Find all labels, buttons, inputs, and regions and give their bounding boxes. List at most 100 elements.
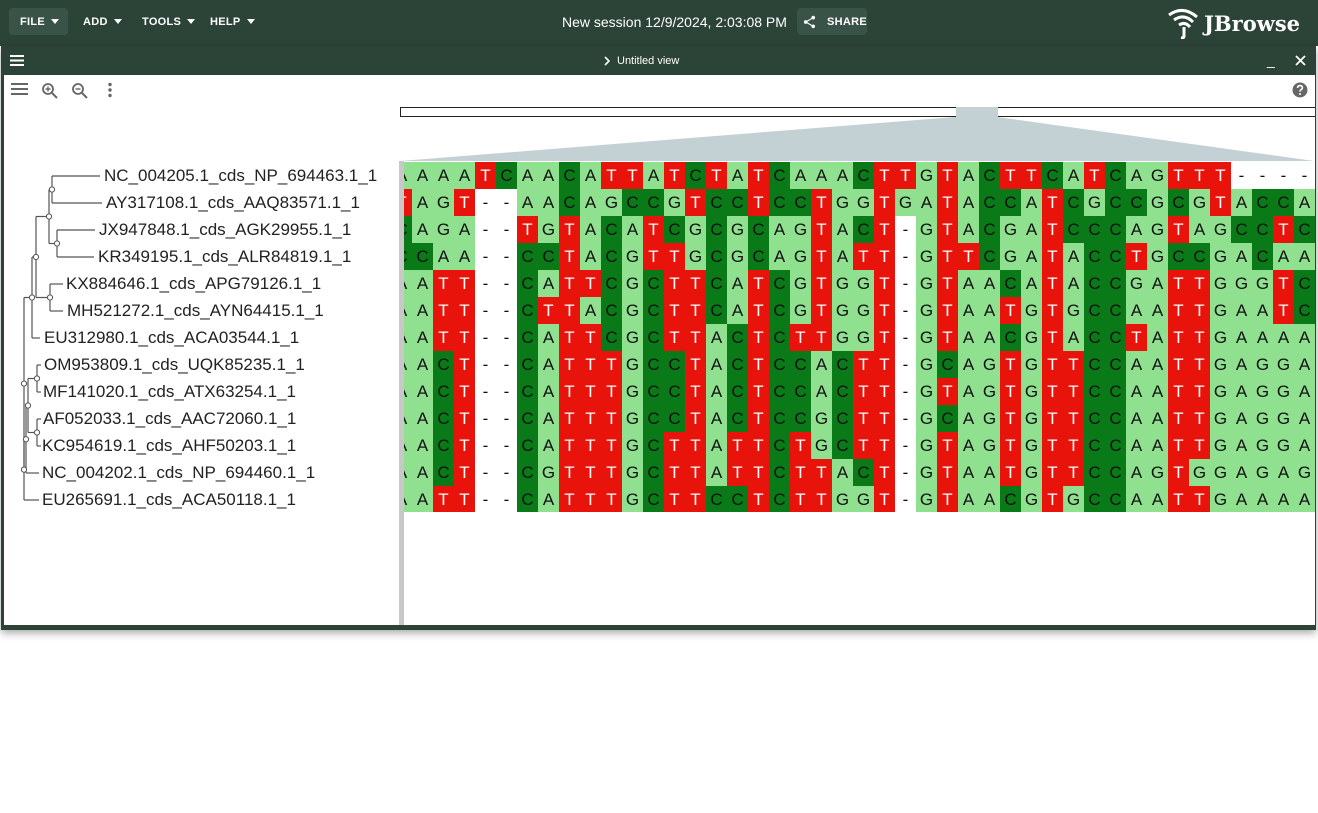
tree-node[interactable]	[24, 402, 32, 409]
msa-cell: G	[832, 270, 853, 297]
msa-cell: T	[559, 324, 580, 351]
tree-leaf-label[interactable]: AY317108.1_cds_AAQ83571.1_1	[106, 193, 360, 213]
tree-node[interactable]	[32, 253, 40, 261]
msa-cell: A	[916, 189, 937, 216]
msa-cell: C	[1294, 270, 1315, 297]
msa-cell: T	[664, 486, 685, 512]
msa-cell: C	[1252, 243, 1273, 270]
msa-cell: C	[412, 243, 433, 270]
msa-cell: C	[643, 324, 664, 351]
file-menu[interactable]: FILE	[9, 8, 69, 35]
msa-cell: A	[1294, 378, 1315, 405]
msa-cell: T	[1168, 378, 1189, 405]
msa-cell: A	[412, 486, 433, 512]
msa-cell: C	[832, 351, 853, 378]
msa-cell: A	[979, 297, 1000, 324]
session-title[interactable]: New session 12/9/2024, 2:03:08 PM	[562, 14, 787, 30]
tree-node[interactable]	[53, 240, 61, 247]
tree-node[interactable]	[46, 294, 54, 301]
msa-cell: T	[643, 216, 664, 243]
msa-cell: C	[853, 459, 874, 486]
view-title[interactable]: Untitled view	[604, 55, 679, 67]
overview-visible-region[interactable]	[956, 107, 998, 117]
msa-cell: G	[1210, 459, 1231, 486]
msa-cell: -	[496, 405, 517, 432]
msa-cell: A	[412, 162, 433, 189]
msa-cell: C	[601, 270, 622, 297]
tools-menu[interactable]: TOOLS	[142, 8, 196, 35]
menu-icon[interactable]	[11, 82, 29, 96]
msa-cell: A	[1231, 486, 1252, 512]
msa-cell: T	[937, 459, 958, 486]
tree-leaf-label[interactable]: JX947848.1_cds_AGK29955.1_1	[99, 220, 351, 240]
zoom-out-icon[interactable]	[71, 82, 89, 100]
view-menu-icon[interactable]	[10, 55, 24, 66]
msa-cell: T	[685, 405, 706, 432]
msa-cell: G	[1126, 270, 1147, 297]
msa-cell: A	[1273, 243, 1294, 270]
tree-leaf-label[interactable]: EU265691.1_cds_ACA50118.1_1	[42, 490, 296, 510]
msa-cell: A	[1231, 243, 1252, 270]
tree-node[interactable]	[33, 429, 41, 436]
tree-node[interactable]	[28, 294, 36, 301]
close-icon[interactable]	[1295, 55, 1306, 66]
share-icon	[803, 15, 816, 28]
msa-cell: T	[685, 324, 706, 351]
add-menu[interactable]: ADD	[83, 8, 122, 35]
msa-cell: A	[404, 297, 412, 324]
share-button[interactable]: SHARE	[797, 8, 867, 35]
minimize-button[interactable]: _	[1267, 52, 1275, 68]
msa-cell: T	[1168, 486, 1189, 512]
tree-leaf-label[interactable]: NC_004202.1_cds_NP_694460.1_1	[42, 463, 315, 483]
msa-cell: T	[685, 486, 706, 512]
tree-node[interactable]	[20, 466, 28, 473]
tree-node[interactable]	[33, 375, 41, 382]
tree-leaf-label[interactable]: KC954619.1_cds_AHF50203.1_1	[42, 436, 296, 456]
msa-row: AACT--CATTTGCCTACTCCGCTT-GCAGTGTTCCAATTG…	[404, 405, 1315, 432]
msa-cell: -	[496, 189, 517, 216]
msa-row: AACT--CATTTGCCTACTCCACTT-GCAGTGTTCCAATTG…	[404, 351, 1315, 378]
tree-leaf-label[interactable]: KX884646.1_cds_APG79126.1_1	[66, 274, 321, 294]
msa-cell: C	[622, 189, 643, 216]
help-menu[interactable]: HELP	[210, 8, 255, 35]
tree-leaf-label[interactable]: OM953809.1_cds_UQK85235.1_1	[44, 355, 305, 375]
msa-cell: C	[517, 297, 538, 324]
msa-cell: A	[1021, 189, 1042, 216]
msa-cell: G	[433, 216, 454, 243]
tree-node[interactable]	[48, 186, 56, 193]
help-icon[interactable]	[1292, 82, 1308, 98]
msa-cell: A	[412, 297, 433, 324]
msa-cell: -	[895, 459, 916, 486]
tree-leaf-label[interactable]: MF141020.1_cds_ATX63254.1_1	[43, 382, 296, 402]
zoom-in-icon[interactable]	[41, 82, 59, 100]
msa-cell: T	[853, 378, 874, 405]
msa-cell: A	[580, 216, 601, 243]
tree-node[interactable]	[20, 380, 28, 387]
tree-leaf-label[interactable]: AF052033.1_cds_AAC72060.1_1	[43, 409, 296, 429]
tree-leaf-label[interactable]: NC_004205.1_cds_NP_694463.1_1	[104, 166, 377, 186]
tree-node[interactable]	[22, 436, 30, 443]
msa-cell: C	[1084, 270, 1105, 297]
msa-cell: C	[601, 324, 622, 351]
overview-scrollbar[interactable]	[400, 107, 1315, 117]
msa-cell: A	[1021, 243, 1042, 270]
msa-cell: A	[1126, 297, 1147, 324]
msa-cell: A	[412, 270, 433, 297]
tree-leaf-label[interactable]: EU312980.1_cds_ACA03544.1_1	[44, 328, 299, 348]
msa-cell: -	[895, 351, 916, 378]
msa-cell: T	[853, 405, 874, 432]
tree-node[interactable]	[45, 213, 53, 220]
share-label: SHARE	[826, 15, 867, 28]
more-vert-icon[interactable]	[107, 82, 113, 98]
msa-cell: C	[538, 243, 559, 270]
msa-cell: G	[853, 324, 874, 351]
jbrowse-logo-icon	[1168, 9, 1198, 39]
msa-cell: C	[832, 432, 853, 459]
tree-leaf-label[interactable]: KR349195.1_cds_ALR84819.1_1	[98, 247, 351, 267]
msa-cell: A	[1273, 486, 1294, 512]
msa-cell: C	[643, 297, 664, 324]
msa-cell: T	[1042, 270, 1063, 297]
msa-cell: -	[895, 405, 916, 432]
tree-leaf-label[interactable]: MH521272.1_cds_AYN64415.1_1	[67, 301, 324, 321]
msa-cell: A	[1252, 297, 1273, 324]
